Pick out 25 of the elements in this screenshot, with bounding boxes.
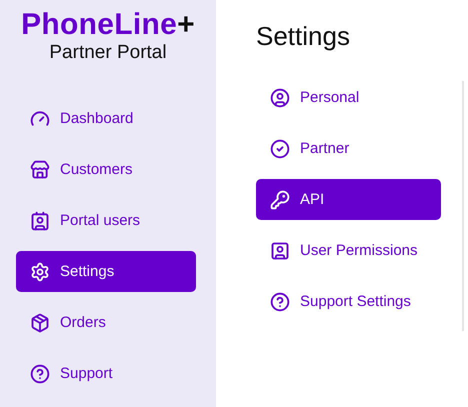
logo-subtitle: Partner Portal [49, 42, 167, 64]
storefront-icon [30, 160, 50, 180]
nav-item[interactable]: Customers [16, 149, 196, 190]
gauge-icon [30, 108, 50, 128]
logo: PhoneLine+ [21, 8, 195, 42]
nav-item[interactable]: Settings [16, 251, 196, 292]
submenu-item[interactable]: Partner [256, 128, 441, 169]
key-icon [270, 190, 290, 210]
submenu-item[interactable]: Support Settings [256, 281, 441, 322]
help-icon [270, 292, 290, 312]
user-icon [270, 88, 290, 108]
nav-item[interactable]: Dashboard [16, 98, 196, 139]
help-icon [30, 364, 50, 384]
nav-item[interactable]: Orders [16, 302, 196, 343]
settings-icon [30, 262, 50, 282]
user-card-icon [270, 240, 290, 260]
nav-item[interactable]: Support [16, 353, 196, 394]
nav-item[interactable]: Portal users [16, 200, 196, 241]
page-title: Settings [256, 20, 351, 52]
submenu-item[interactable]: Personal [256, 77, 441, 118]
package-icon [30, 312, 50, 332]
check-circle-icon [270, 138, 290, 158]
id-badge-icon [30, 210, 50, 230]
submenu-item[interactable]: User Permissions [256, 230, 441, 271]
submenu-item[interactable]: API [256, 179, 441, 220]
